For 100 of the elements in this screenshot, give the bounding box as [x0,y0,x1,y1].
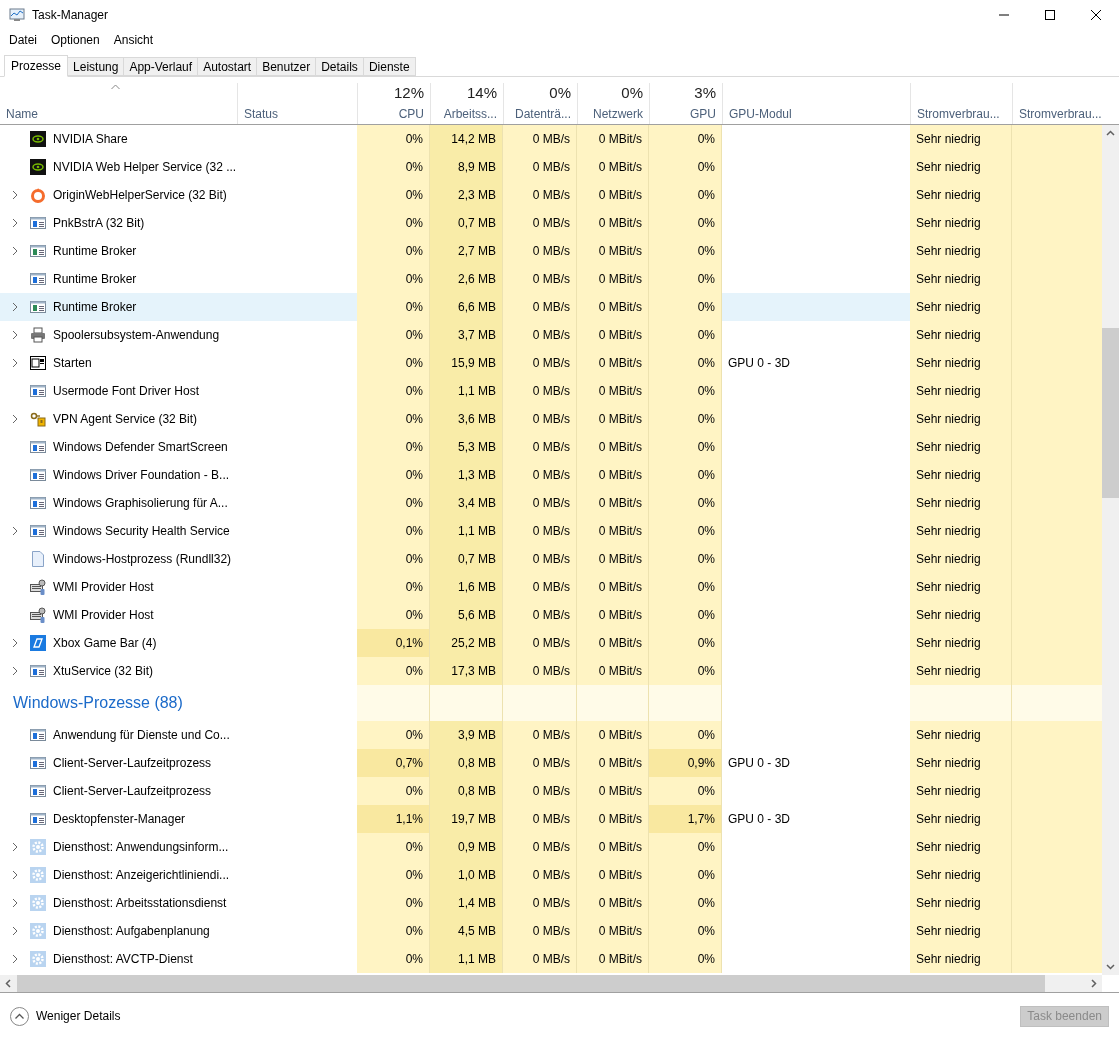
cpu-value: 0% [405,951,423,968]
gpu-value: 0% [697,839,715,856]
column-header[interactable]: Status [237,83,357,124]
key-lock-icon [30,411,46,427]
memory-value: 15,9 MB [451,355,496,372]
expand-chevron-icon[interactable] [12,638,18,648]
network-value: 0 MBit/s [598,607,642,624]
disk-value: 0 MB/s [532,411,570,428]
ring-logo-icon [30,187,46,203]
network-value: 0 MBit/s [598,215,642,232]
cpu-value: 0% [405,867,423,884]
process-row[interactable]: Runtime Broker 0% 6,6 MB 0 MB/s 0 MBit/s 0% Sehr niedrig [0,293,1102,321]
process-name: WMI Provider Host [53,579,154,596]
expand-chevron-icon[interactable] [12,926,18,936]
gpu-value: 0% [697,355,715,372]
expand-chevron-icon[interactable] [12,898,18,908]
expand-chevron-icon[interactable] [12,358,18,368]
column-header[interactable]: 12% CPU [357,83,430,124]
process-name: Diensthost: Aufgabenplanung [53,923,210,940]
group-heading: Windows-Prozesse (88) [13,693,183,713]
expand-chevron-icon[interactable] [12,190,18,200]
gpu-value: 0% [697,439,715,456]
process-name: Windows-Hostprozess (Rundll32) [53,551,232,568]
memory-value: 1,3 MB [458,467,496,484]
power-value: Sehr niedrig [916,299,981,316]
cpu-value: 0% [405,895,423,912]
power-value: Sehr niedrig [916,131,981,148]
column-header[interactable]: 14% Arbeitss... [430,83,503,124]
process-name: Starten [53,355,92,372]
process-name: OriginWebHelperService (32 Bit) [53,187,227,204]
network-value: 0 MBit/s [598,663,642,680]
gear-icon [30,951,46,967]
gpu-value: 0% [697,523,715,540]
column-header[interactable]: Stromverbrau... [910,83,1012,124]
tab[interactable]: Details [316,57,364,76]
app-window-icon [30,299,46,315]
expand-chevron-icon[interactable] [12,302,18,312]
tab[interactable]: Dienste [363,57,416,76]
tab[interactable]: Autostart [198,57,258,76]
vertical-scrollbar[interactable] [1102,125,1119,975]
disk-value: 0 MB/s [532,895,570,912]
expand-chevron-icon[interactable] [12,666,18,676]
expand-chevron-icon[interactable] [12,870,18,880]
tab[interactable]: Benutzer [257,57,317,76]
cpu-value: 0% [405,243,423,260]
expand-chevron-icon[interactable] [12,414,18,424]
cpu-value: 0% [405,783,423,800]
expand-chevron-icon[interactable] [12,218,18,228]
process-name: Client-Server-Laufzeitprozess [53,755,212,772]
tab[interactable]: Leistung [68,57,125,76]
menu-item[interactable]: Optionen [44,30,107,50]
gpu-value: 0% [697,895,715,912]
cpu-value: 0% [405,495,423,512]
gpu-value: 0% [697,243,715,260]
gpu-value: 0% [697,579,715,596]
network-value: 0 MBit/s [598,411,642,428]
menu-item[interactable]: Datei [2,30,44,50]
column-header[interactable]: Stromverbrau... [1012,83,1102,124]
power-value: Sehr niedrig [916,755,981,772]
expand-chevron-icon[interactable] [12,330,18,340]
disk-value: 0 MB/s [532,663,570,680]
column-header[interactable]: 0% Datenträ... [503,83,577,124]
memory-value: 1,1 MB [458,383,496,400]
cpu-value: 0% [405,159,423,176]
expand-chevron-icon[interactable] [12,526,18,536]
column-header[interactable]: 3% GPU [649,83,722,124]
menu-item[interactable]: Ansicht [106,30,161,50]
collapse-chevron-icon[interactable] [10,1006,29,1026]
gpu-value: 0% [697,867,715,884]
memory-value: 8,9 MB [458,159,496,176]
disk-value: 0 MB/s [532,551,570,568]
window-frame-icon [30,355,46,371]
app-window-icon [30,523,46,539]
gpu-value: 0% [697,131,715,148]
app-window-icon [30,439,46,455]
expand-chevron-icon[interactable] [12,246,18,256]
expand-chevron-icon[interactable] [12,954,18,964]
column-header[interactable]: Name [0,83,237,124]
eye-logo-icon [30,131,46,147]
power-value: Sehr niedrig [916,495,981,512]
process-name: Diensthost: Anwendungsinform... [53,839,229,856]
gpu-value: 0% [697,467,715,484]
memory-value: 3,4 MB [458,495,496,512]
memory-value: 25,2 MB [451,635,496,652]
tab[interactable]: App-Verlauf [124,57,199,76]
column-header[interactable]: 0% Netzwerk [577,83,649,124]
network-value: 0 MBit/s [598,755,642,772]
tab[interactable]: Prozesse [4,55,69,77]
memory-value: 1,1 MB [458,523,496,540]
app-window-icon [30,243,46,259]
power-value: Sehr niedrig [916,243,981,260]
column-header[interactable]: GPU-Modul [722,83,910,124]
app-window-icon [30,383,46,399]
scrollbar-thumb[interactable] [1102,328,1119,498]
gpu-engine-value: GPU 0 - 3D [728,755,790,772]
process-name: Xbox Game Bar (4) [53,635,157,652]
cpu-value: 0% [405,271,423,288]
expand-chevron-icon[interactable] [12,842,18,852]
fewer-details-link[interactable]: Weniger Details [36,1007,121,1025]
gear-icon [30,839,46,855]
